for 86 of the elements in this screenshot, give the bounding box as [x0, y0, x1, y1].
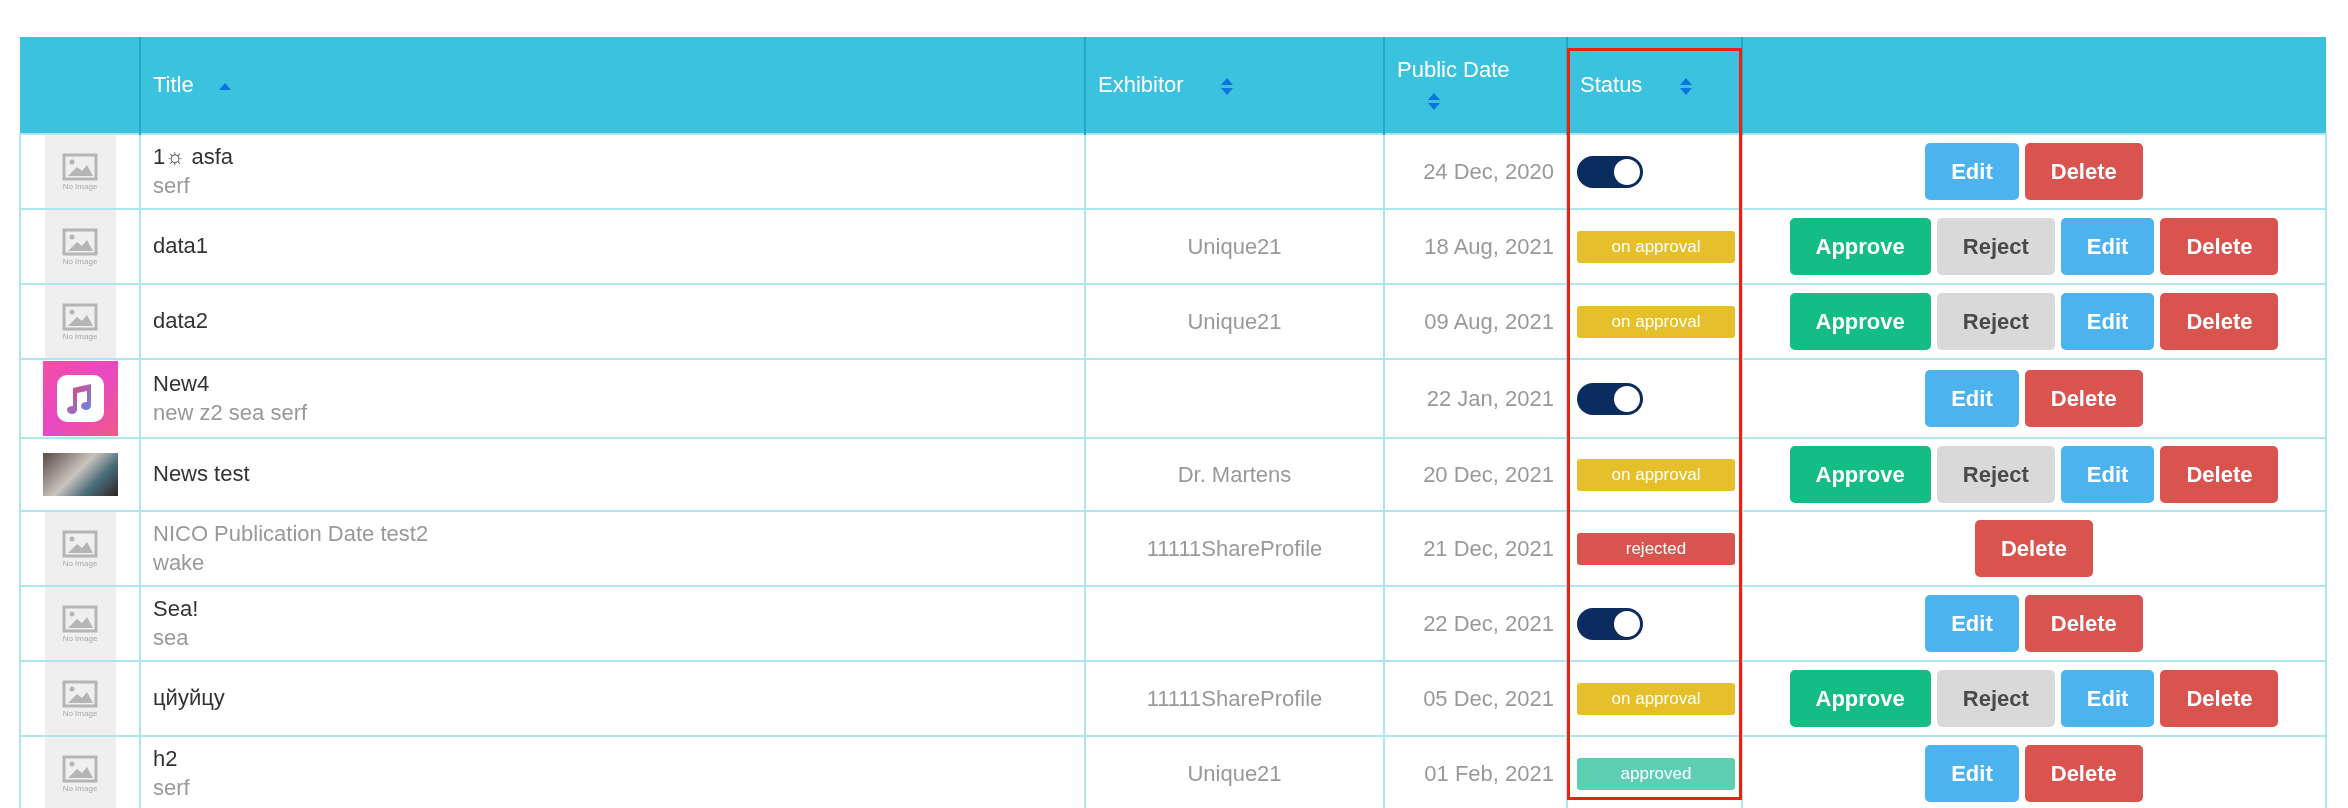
date-text: 09 Aug, 2021: [1424, 308, 1554, 334]
date-text: 24 Dec, 2020: [1423, 158, 1554, 184]
sort-icon[interactable]: [1678, 76, 1693, 96]
status-badge: rejected: [1577, 532, 1735, 565]
title-text: data2: [153, 307, 210, 336]
delete-button[interactable]: Delete: [2160, 670, 2279, 727]
exhibitor-name: Dr. Martens: [1177, 461, 1292, 487]
column-header[interactable]: Title: [140, 37, 1085, 134]
date-text: 21 Dec, 2021: [1423, 535, 1554, 561]
column-header[interactable]: Status: [1567, 37, 1742, 134]
date-text: 01 Feb, 2021: [1424, 760, 1554, 786]
status-badge: on approval: [1577, 305, 1735, 338]
image-icon: [62, 302, 98, 331]
image-icon: [62, 227, 98, 256]
image-icon: [62, 679, 98, 708]
approve-button[interactable]: Approve: [1789, 670, 1931, 727]
title-text: цйуйцу: [153, 684, 226, 713]
image-icon: [62, 529, 98, 558]
toggle-switch[interactable]: [1577, 382, 1643, 415]
delete-button[interactable]: Delete: [2024, 595, 2143, 652]
subtitle-text: serf: [153, 773, 191, 802]
edit-button[interactable]: Edit: [2060, 218, 2155, 275]
approve-button[interactable]: Approve: [1789, 293, 1931, 350]
column-header[interactable]: Public Date: [1384, 37, 1567, 134]
placeholder-label: No Image: [62, 783, 98, 793]
image-icon: [62, 754, 98, 783]
date-text: 18 Aug, 2021: [1424, 233, 1554, 259]
title-text: 1☼ asfa: [153, 142, 235, 171]
edit-button[interactable]: Edit: [1925, 370, 2019, 427]
title-text: Sea!: [153, 594, 200, 623]
sort-icon[interactable]: [1219, 76, 1234, 96]
subtitle-text: new z2 sea serf: [153, 398, 309, 427]
sort-icon[interactable]: [1427, 91, 1441, 111]
reject-button[interactable]: Reject: [1936, 670, 2055, 727]
title-text: data1: [153, 232, 210, 261]
reject-button[interactable]: Reject: [1936, 218, 2055, 275]
image-icon: [62, 604, 98, 633]
delete-button[interactable]: Delete: [1974, 520, 2093, 577]
approve-button[interactable]: Approve: [1789, 218, 1931, 275]
subtitle-text: serf: [153, 171, 191, 200]
date-text: 05 Dec, 2021: [1423, 685, 1554, 711]
placeholder-label: No Image: [62, 633, 98, 643]
toggle-switch[interactable]: [1577, 155, 1643, 188]
subtitle-text: wake: [153, 548, 206, 577]
delete-button[interactable]: Delete: [2024, 370, 2143, 427]
music-app-icon: [42, 361, 118, 436]
sort-ascending-icon[interactable]: [217, 81, 232, 92]
edit-button[interactable]: Edit: [2060, 293, 2155, 350]
delete-button[interactable]: Delete: [2160, 218, 2279, 275]
date-text: 22 Jan, 2021: [1426, 385, 1554, 411]
exhibitor-name: 11111ShareProfile: [1146, 535, 1323, 561]
date-text: 22 Dec, 2021: [1423, 610, 1554, 636]
edit-button[interactable]: Edit: [1925, 745, 2019, 802]
delete-button[interactable]: Delete: [2160, 446, 2279, 503]
edit-button[interactable]: Edit: [1925, 143, 2019, 200]
status-badge: on approval: [1577, 458, 1735, 491]
reject-button[interactable]: Reject: [1936, 446, 2055, 503]
delete-button[interactable]: Delete: [2160, 293, 2279, 350]
status-badge: approved: [1577, 757, 1735, 790]
placeholder-label: No Image: [62, 256, 98, 266]
approve-button[interactable]: Approve: [1789, 446, 1931, 503]
delete-button[interactable]: Delete: [2024, 143, 2143, 200]
reject-button[interactable]: Reject: [1936, 293, 2055, 350]
placeholder-label: No Image: [62, 708, 98, 718]
toggle-switch[interactable]: [1577, 607, 1643, 640]
placeholder-label: No Image: [62, 181, 98, 191]
placeholder-label: No Image: [62, 331, 98, 341]
edit-button[interactable]: Edit: [2060, 670, 2155, 727]
delete-button[interactable]: Delete: [2024, 745, 2143, 802]
exhibitor-name: 11111ShareProfile: [1146, 685, 1323, 711]
placeholder-label: No Image: [62, 558, 98, 568]
edit-button[interactable]: Edit: [1925, 595, 2019, 652]
subtitle-text: sea: [153, 623, 190, 652]
date-text: 20 Dec, 2021: [1423, 461, 1554, 487]
exhibitor-name: Unique21: [1187, 760, 1282, 786]
column-header[interactable]: Exhibitor: [1085, 37, 1384, 134]
title-text: New4: [153, 369, 211, 398]
image-icon: [62, 152, 98, 181]
exhibitor-name: Unique21: [1187, 233, 1282, 259]
title-text: NICO Publication Date test2: [153, 519, 430, 548]
edit-button[interactable]: Edit: [2060, 446, 2155, 503]
title-text: News test: [153, 460, 251, 489]
exhibitor-name: Unique21: [1187, 308, 1282, 334]
status-badge: on approval: [1577, 682, 1735, 715]
title-text: h2: [153, 744, 179, 773]
status-badge: on approval: [1577, 230, 1735, 263]
